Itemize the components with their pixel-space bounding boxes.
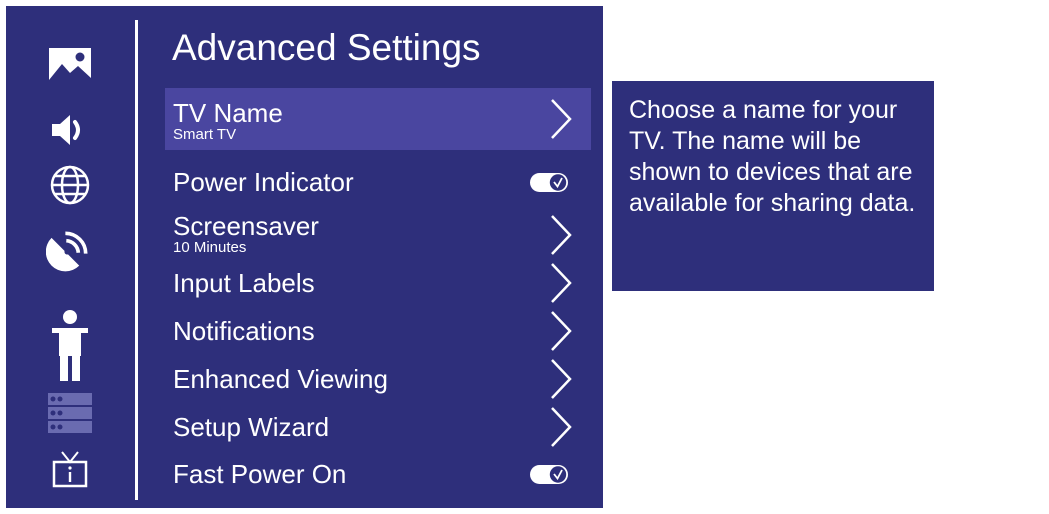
menu-item-label: Enhanced Viewing [173,364,388,394]
page-title: Advanced Settings [172,27,481,68]
menu-item-label: Power Indicator [173,167,354,197]
toggle-on-icon[interactable] [530,173,568,192]
menu-item-value: 10 Minutes [173,239,247,256]
inputs-icon[interactable] [46,391,94,435]
sidebar-divider [135,20,138,500]
chevron-right-icon [551,215,572,255]
picture-icon[interactable] [46,42,94,86]
menu-item-tv-name[interactable]: TV Name Smart TV [165,88,591,150]
chevron-right-icon [551,263,572,303]
menu-item-value: Smart TV [173,126,237,143]
content-panel: Choose a name for your TV. The name will… [603,6,1043,508]
channels-icon[interactable] [46,222,94,276]
menu-item-label: Screensaver [173,211,319,241]
menu-item-label: Input Labels [173,268,315,298]
toggle-on-icon[interactable] [530,465,568,484]
network-icon[interactable] [46,163,94,207]
menu-item-label: Fast Power On [173,459,347,489]
menu-item-notifications[interactable]: Notifications [165,304,591,352]
menu-item-label: Notifications [173,316,315,346]
menu-item-label: Setup Wizard [173,412,330,442]
menu-item-enhanced-viewing[interactable]: Enhanced Viewing [165,352,591,400]
chevron-right-icon [551,359,572,399]
menu-item-fast-power-on[interactable]: Fast Power On [165,448,591,498]
chevron-right-icon [551,99,572,139]
menu-item-setup-wizard[interactable]: Setup Wizard [165,400,591,448]
chevron-right-icon [551,311,572,351]
accessibility-icon[interactable] [46,306,94,386]
menu-item-power-indicator[interactable]: Power Indicator [165,154,591,204]
chevron-right-icon [551,407,572,447]
menu-item-label: TV Name [173,98,283,128]
sidebar [6,6,136,508]
tv-settings-screen: Advanced Settings TV Name Smart TV Power… [6,6,1043,508]
menu-item-input-labels[interactable]: Input Labels [165,256,591,304]
audio-icon[interactable] [46,108,94,152]
help-text-box: Choose a name for your TV. The name will… [612,81,934,291]
system-icon[interactable] [46,447,94,491]
